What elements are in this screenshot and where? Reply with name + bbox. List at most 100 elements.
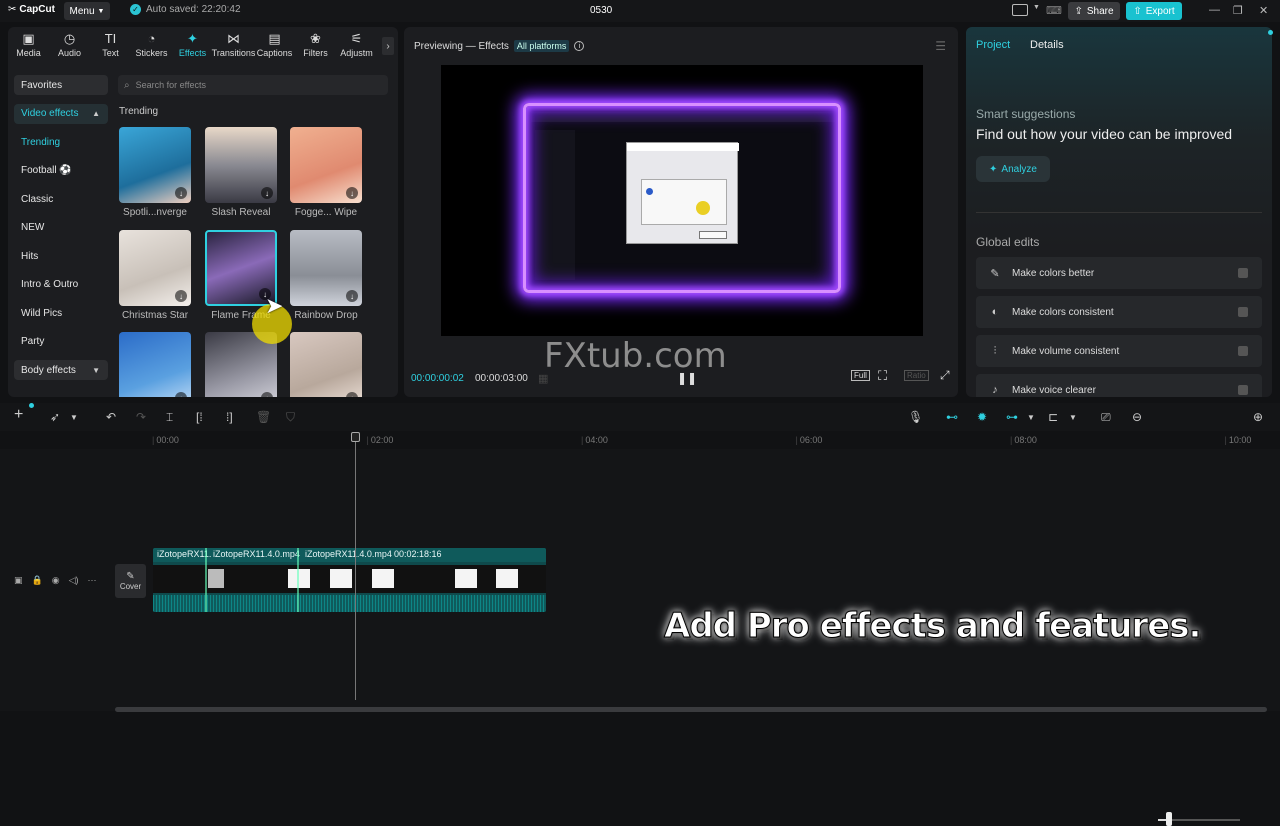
tab-captions[interactable]: ▤ Captions — [254, 27, 295, 63]
toggle[interactable] — [1238, 385, 1248, 395]
full-button[interactable]: Full — [851, 370, 870, 381]
timeline-ruler[interactable]: 00:00 02:00 04:00 06:00 08:00 10:00 — [150, 431, 1280, 449]
download-icon[interactable]: ↓ — [175, 392, 187, 397]
platforms-badge[interactable]: All platforms — [513, 40, 570, 52]
category-item[interactable]: Body effects ▼ — [14, 360, 108, 380]
share-button[interactable]: ⇪ Share — [1068, 2, 1120, 20]
download-icon[interactable]: ↓ — [261, 187, 273, 199]
lock-icon[interactable]: 🔒 — [32, 575, 43, 586]
chevron-down-icon[interactable]: ▼ — [1027, 413, 1035, 422]
effect-thumbnail[interactable]: ↓ — [119, 332, 191, 397]
project-title[interactable]: 0530 — [590, 5, 612, 16]
preview-axis-icon[interactable]: ⊏ — [1048, 410, 1058, 424]
chevron-down-icon[interactable]: ▼ — [70, 413, 78, 422]
screenshot-icon[interactable]: ⛶ — [878, 368, 887, 384]
effect-thumbnail[interactable]: ↓ — [290, 332, 362, 397]
info-icon[interactable]: i — [574, 41, 585, 51]
audio-icon[interactable]: ◁) — [69, 575, 79, 586]
cover-button[interactable]: ✎ Cover — [115, 564, 146, 598]
category-item[interactable]: Intro & Outro — [14, 275, 108, 295]
global-edit-item[interactable]: ⫶ Make volume consistent — [976, 335, 1262, 367]
redo-icon[interactable]: ↷ — [136, 410, 146, 424]
category-item[interactable]: NEW — [14, 218, 108, 238]
main-track-magnet-icon[interactable]: ⊷ — [946, 410, 958, 424]
effect-thumbnail[interactable]: ↓ — [290, 230, 362, 306]
download-icon[interactable]: ↓ — [175, 290, 187, 302]
keyboard-icon[interactable]: ⌨ — [1046, 4, 1062, 17]
category-item[interactable]: Video effects ▲ — [14, 103, 108, 124]
category-item[interactable]: Football ⚽ — [14, 161, 108, 181]
preview-canvas[interactable] — [441, 65, 923, 336]
restore-icon[interactable]: ❐ — [1233, 4, 1243, 17]
undo-icon[interactable]: ↶ — [106, 410, 116, 424]
analyze-button[interactable]: ✦ Analyze — [976, 156, 1050, 182]
layout-dropdown-icon[interactable]: ▼ — [1033, 4, 1040, 11]
download-icon[interactable]: ↓ — [175, 187, 187, 199]
global-edit-item[interactable]: ♪ Make voice clearer — [976, 374, 1262, 397]
chevron-down-icon[interactable]: ▼ — [1069, 413, 1077, 422]
toggle[interactable] — [1238, 307, 1248, 317]
add-track-icon[interactable]: + — [14, 406, 23, 424]
split-right-icon[interactable]: ⁞] — [226, 410, 233, 424]
zoom-in-icon[interactable]: ⊕ — [1253, 410, 1263, 424]
link-icon[interactable]: ⊶ — [1006, 410, 1018, 424]
split-icon[interactable]: ⌶ — [166, 410, 173, 425]
microphone-icon[interactable]: 🎙 — [908, 410, 923, 424]
split-left-icon[interactable]: [⁞ — [196, 410, 203, 424]
download-icon[interactable]: ↓ — [346, 392, 358, 397]
zoom-out-icon[interactable]: ⊖ — [1132, 410, 1142, 424]
effect-thumbnail[interactable]: ↓ — [119, 230, 191, 306]
effect-thumbnail[interactable]: ↓ — [290, 127, 362, 203]
chevron-right-icon[interactable]: › — [382, 37, 394, 55]
tab-audio[interactable]: ◷ Audio — [49, 27, 90, 63]
tab-transitions[interactable]: ⋈ Transitions — [212, 27, 256, 63]
search-input[interactable]: ⌕ Search for effects — [118, 75, 388, 95]
toggle[interactable] — [1238, 346, 1248, 356]
delete-icon[interactable]: 🗑 — [256, 410, 271, 424]
export-button[interactable]: ⇧ Export — [1126, 2, 1182, 20]
category-item[interactable]: Party — [14, 332, 108, 352]
layout-icon[interactable] — [1012, 4, 1028, 16]
tab-text[interactable]: TI Text — [90, 27, 131, 63]
minimize-icon[interactable]: — — [1209, 4, 1220, 16]
category-item[interactable]: Classic — [14, 189, 108, 209]
effect-thumbnail[interactable]: ↓ — [119, 127, 191, 203]
pause-button[interactable]: ❚❚ — [677, 371, 697, 385]
eye-icon[interactable]: ◉ — [52, 575, 60, 586]
global-edit-item[interactable]: ✎ Make colors better — [976, 257, 1262, 289]
tab-media[interactable]: ▣ Media — [8, 27, 49, 63]
horizontal-scrollbar[interactable] — [115, 707, 1267, 712]
playhead[interactable] — [355, 432, 356, 700]
tab-adjustm[interactable]: ⚟ Adjustm — [336, 27, 377, 63]
auto-snap-icon[interactable]: ✹ — [977, 410, 987, 424]
close-icon[interactable]: ✕ — [1259, 4, 1268, 17]
menu-button[interactable]: Menu ▼ — [64, 2, 110, 20]
global-edit-item[interactable]: ◐ Make colors consistent — [976, 296, 1262, 328]
toggle[interactable] — [1238, 268, 1248, 278]
playhead-handle[interactable] — [351, 432, 360, 442]
download-icon[interactable]: ↓ — [346, 290, 358, 302]
download-icon[interactable]: ↓ — [261, 392, 273, 397]
select-cursor-icon[interactable]: ➶ — [50, 410, 60, 424]
shield-icon[interactable]: ⛉ — [286, 410, 295, 425]
zoom-slider-thumb[interactable] — [1166, 812, 1172, 826]
category-item[interactable]: Hits — [14, 246, 108, 266]
ratio-button[interactable]: Ratio — [904, 370, 929, 381]
download-icon[interactable]: ↓ — [346, 187, 358, 199]
tab-filters[interactable]: ❀ Filters — [295, 27, 336, 63]
more-icon[interactable]: ··· — [88, 575, 97, 586]
category-item[interactable]: Wild Pics — [14, 303, 108, 323]
tab-project[interactable]: Project — [976, 39, 1010, 51]
fullscreen-icon[interactable]: ⤢ — [940, 368, 950, 383]
track-type-icon[interactable]: ▣ — [14, 575, 23, 586]
tab-stickers[interactable]: ◔ Stickers — [131, 27, 172, 63]
tab-details[interactable]: Details — [1030, 39, 1064, 51]
hamburger-icon[interactable]: ☰ — [935, 39, 946, 53]
video-clip[interactable]: iZotopeRX11. iZotopeRX11.4.0.mp4 iZotope… — [153, 548, 546, 612]
tab-effects[interactable]: ✦ Effects — [172, 27, 213, 63]
category-item[interactable]: Trending — [14, 132, 108, 152]
category-item[interactable]: Favorites — [14, 75, 108, 95]
effect-thumbnail[interactable]: ↓ — [205, 127, 277, 203]
timeline-grid-icon[interactable]: ▦ — [538, 372, 548, 385]
screen-icon[interactable]: ⎚ — [1101, 410, 1111, 425]
